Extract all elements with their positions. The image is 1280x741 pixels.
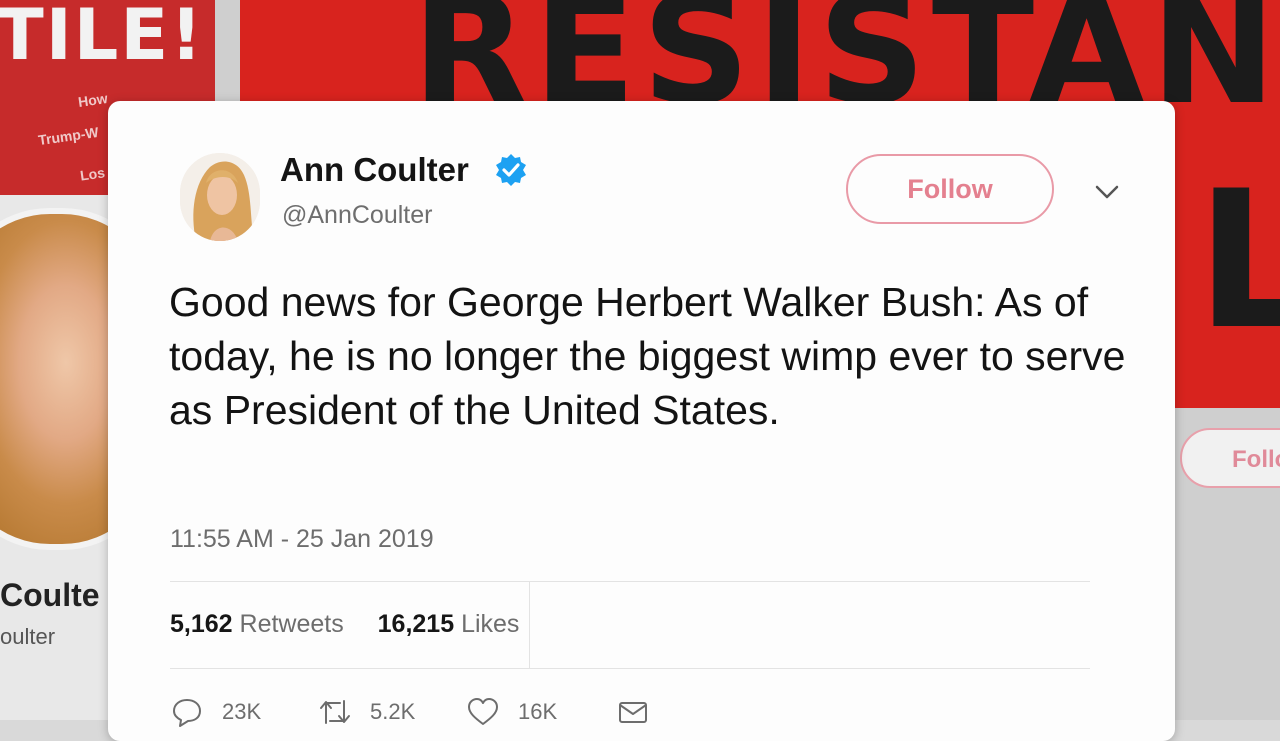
- author-name[interactable]: Ann Coulter: [280, 151, 469, 189]
- follow-button[interactable]: Follow: [846, 154, 1054, 224]
- reply-count: 23K: [222, 699, 262, 724]
- reply-button[interactable]: 23K: [170, 697, 261, 727]
- tweet-text: Good news for George Herbert Walker Bush…: [169, 279, 1126, 433]
- divider: [170, 581, 1090, 582]
- retweet-button[interactable]: 5.2K: [318, 697, 415, 727]
- like-count: 16K: [518, 699, 558, 724]
- like-icon: [468, 698, 498, 725]
- left-book-line: Los: [79, 164, 106, 184]
- like-button[interactable]: 16K: [466, 697, 557, 727]
- retweets-label[interactable]: Retweets: [240, 610, 344, 638]
- likes-count[interactable]: 16,215: [378, 610, 454, 638]
- left-book-title: TILE!: [0, 0, 205, 76]
- message-icon: [619, 702, 647, 723]
- retweet-icon: [320, 700, 350, 724]
- divider: [170, 668, 1090, 669]
- tweet-actions: 23K 5.2K 16K: [170, 697, 730, 737]
- message-button[interactable]: [616, 697, 650, 727]
- tweet-timestamp[interactable]: 11:55 AM - 25 Jan 2019: [170, 525, 434, 554]
- background-follow-button: Follo: [1180, 428, 1280, 488]
- stats-separator: [529, 582, 530, 668]
- background-book-letters: LE: [1196, 150, 1280, 371]
- retweet-count: 5.2K: [370, 699, 416, 724]
- background-profile-handle: oulter: [0, 624, 56, 649]
- left-book-line: How: [77, 90, 109, 110]
- reply-icon: [173, 699, 201, 727]
- chevron-down-icon[interactable]: [1092, 181, 1122, 203]
- retweets-count[interactable]: 5,162: [170, 610, 233, 638]
- author-handle[interactable]: @AnnCoulter: [282, 201, 432, 230]
- verified-badge-icon: [496, 154, 526, 186]
- left-book-line: Trump-W: [37, 123, 100, 149]
- background-profile-name: Coulte: [0, 577, 100, 613]
- author-avatar[interactable]: [180, 153, 260, 241]
- tweet-stats: 5,162 Retweets 16,215 Likes: [170, 610, 519, 639]
- tweet-card: Ann Coulter @AnnCoulter Follow Good news…: [108, 101, 1175, 741]
- likes-label[interactable]: Likes: [461, 610, 519, 638]
